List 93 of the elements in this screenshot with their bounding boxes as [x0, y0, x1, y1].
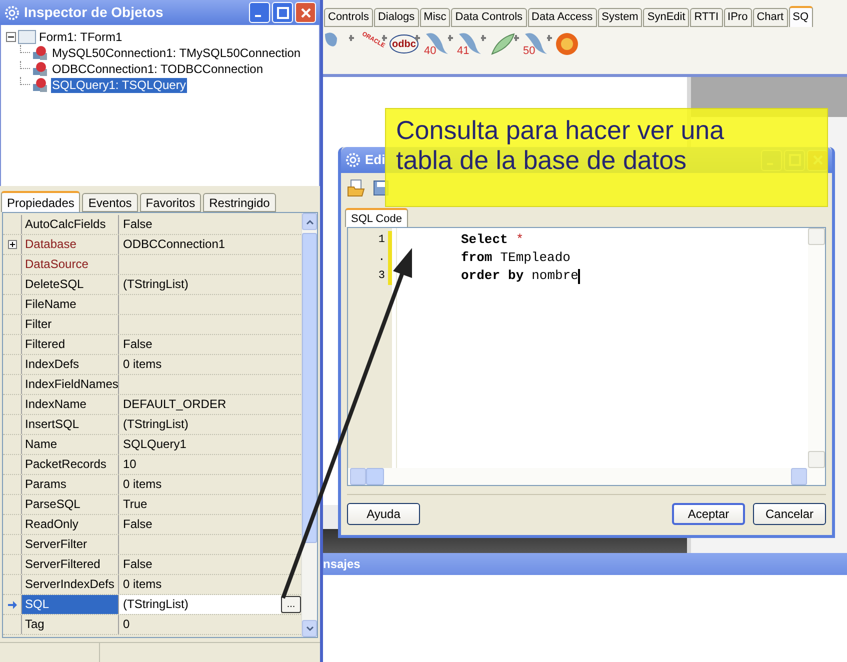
vertical-scrollbar[interactable]	[301, 213, 317, 637]
component-icon	[32, 77, 49, 93]
property-name[interactable]: AutoCalcFields	[22, 215, 118, 234]
dialog-button[interactable]: Aceptar	[672, 503, 745, 525]
property-value[interactable]: 10	[119, 455, 301, 474]
vertical-scrollbar[interactable]	[808, 228, 825, 468]
line-number: 3	[377, 269, 386, 284]
scroll-up-icon	[306, 218, 314, 224]
property-value[interactable]: (TStringList)	[119, 595, 281, 614]
property-name[interactable]: DeleteSQL	[22, 275, 118, 294]
code-line: order by nombre	[461, 267, 582, 285]
property-name[interactable]: InsertSQL	[22, 415, 118, 434]
property-value[interactable]: False	[119, 515, 301, 534]
tab[interactable]: Favoritos	[140, 193, 202, 212]
property-name[interactable]: PacketRecords	[22, 455, 118, 474]
property-value[interactable]: SQLQuery1	[119, 435, 301, 454]
property-name[interactable]: Tag	[22, 615, 118, 634]
tab[interactable]: System	[598, 8, 642, 27]
maximize-button[interactable]	[272, 2, 293, 23]
tab[interactable]: Propiedades	[1, 191, 80, 212]
ellipsis-button[interactable]: ...	[281, 596, 301, 613]
property-name[interactable]: IndexFieldNames	[22, 375, 118, 394]
property-value[interactable]: 0	[119, 615, 301, 634]
property-value[interactable]: False	[119, 555, 301, 574]
expand-icon[interactable]	[8, 240, 16, 249]
tab[interactable]: Data Controls	[451, 8, 527, 27]
property-value[interactable]: 0 items	[119, 355, 301, 374]
tab[interactable]: Eventos	[82, 193, 138, 212]
property-name[interactable]: ParseSQL	[22, 495, 118, 514]
tab[interactable]: Chart	[752, 8, 788, 27]
close-button[interactable]	[295, 2, 316, 23]
property-name[interactable]: ServerIndexDefs	[22, 575, 118, 594]
tab[interactable]: SQ	[788, 6, 813, 27]
property-name[interactable]: IndexName	[22, 395, 118, 414]
property-value[interactable]: DEFAULT_ORDER	[119, 395, 301, 414]
note-text: Consulta para hacer ver una tabla de la base de datos	[396, 115, 726, 175]
property-value[interactable]: 0 items	[119, 575, 301, 594]
code-line: Select *	[461, 231, 525, 249]
property-value[interactable]: (TStringList)	[119, 275, 301, 294]
property-name[interactable]: SQL	[22, 595, 118, 614]
minimize-button[interactable]	[249, 2, 270, 23]
collapse-toggle-icon[interactable]	[6, 32, 16, 42]
horizontal-scrollbar[interactable]	[348, 468, 825, 485]
dialog-button[interactable]: Ayuda	[347, 503, 420, 525]
property-value[interactable]: (TStringList)	[119, 415, 301, 434]
property-name[interactable]: ReadOnly	[22, 515, 118, 534]
app-icon	[345, 152, 361, 168]
property-value[interactable]: 0 items	[119, 475, 301, 494]
tree-item[interactable]: MySQL50Connection1: TMySQL50Connection	[51, 46, 302, 60]
tab[interactable]: SQL Code	[345, 208, 408, 227]
tab[interactable]: IPro	[724, 8, 752, 27]
window-title: Edi	[365, 151, 386, 170]
close-icon	[300, 6, 312, 18]
property-name[interactable]: IndexDefs	[22, 355, 118, 374]
property-name[interactable]: Filter	[22, 315, 118, 334]
property-value[interactable]: False	[119, 215, 301, 234]
code-line: from TEmpleado	[461, 249, 572, 267]
component-icon	[32, 61, 49, 77]
property-name[interactable]: Name	[22, 435, 118, 454]
tab[interactable]: SynEdit	[643, 8, 690, 27]
code-editor[interactable]: 1 . 3 Select * from TEmpleado order by nombre	[347, 227, 826, 486]
minimize-icon	[255, 15, 261, 17]
property-name[interactable]: ServerFiltered	[22, 555, 118, 574]
tree-item[interactable]: SQLQuery1: TSQLQuery	[51, 78, 187, 92]
maximize-icon	[276, 6, 288, 18]
property-name[interactable]: ServerFilter	[22, 535, 118, 554]
tab[interactable]: Controls	[324, 8, 373, 27]
line-number: 1	[377, 233, 386, 248]
tab[interactable]: Restringido	[203, 193, 276, 212]
property-name[interactable]: Filtered	[22, 335, 118, 354]
dialog-button[interactable]: Cancelar	[753, 503, 826, 525]
tab[interactable]: RTTI	[690, 8, 723, 27]
property-value[interactable]: False	[119, 335, 301, 354]
line-number: .	[377, 251, 386, 266]
tree-item[interactable]: ODBCConnection1: TODBCConnection	[51, 62, 264, 76]
property-value[interactable]: True	[119, 495, 301, 514]
tree-item[interactable]: Form1: TForm1	[38, 30, 124, 44]
form-icon	[18, 30, 36, 44]
property-name[interactable]: FileName	[22, 295, 118, 314]
scroll-down-icon	[306, 626, 314, 632]
property-name[interactable]: Params	[22, 475, 118, 494]
property-name[interactable]: Database	[22, 235, 118, 254]
property-value[interactable]: ODBCConnection1	[119, 235, 301, 254]
open-folder-icon[interactable]	[347, 179, 365, 197]
tab[interactable]: Misc	[420, 8, 450, 27]
window-title: Inspector de Objetos	[24, 3, 164, 22]
property-name[interactable]: DataSource	[22, 255, 118, 274]
panel-title: nsajes	[323, 556, 360, 573]
tab[interactable]: Dialogs	[374, 8, 419, 27]
component-icon	[32, 45, 49, 61]
current-row-icon	[8, 600, 16, 608]
app-icon	[4, 4, 20, 20]
tab[interactable]: Data Access	[528, 8, 597, 27]
